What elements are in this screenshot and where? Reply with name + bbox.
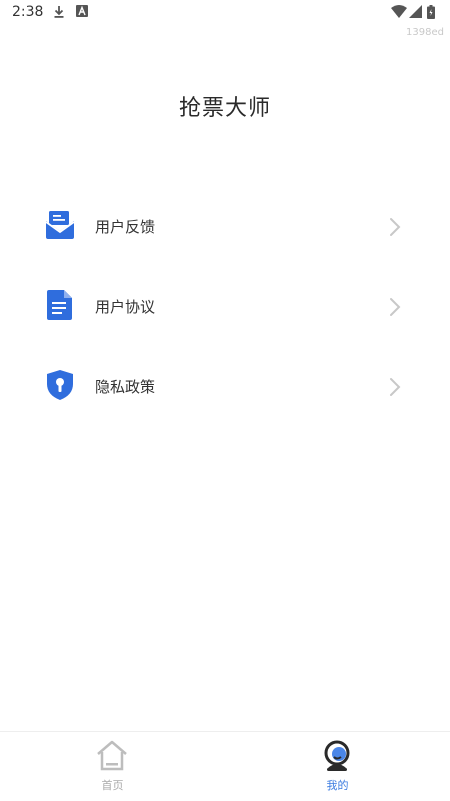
chevron-right-icon [390, 218, 401, 236]
download-icon [54, 6, 64, 18]
tab-label: 首页 [101, 779, 124, 792]
bottom-tab-bar: 首页 我的 [0, 731, 450, 801]
chevron-right-icon [390, 298, 401, 316]
document-icon [47, 290, 72, 320]
menu-item-label: 用户反馈 [95, 218, 156, 236]
page-title: 抢票大师 [178, 96, 271, 121]
build-tag: 1398ed [406, 27, 444, 38]
menu-item-label: 用户协议 [95, 298, 156, 316]
menu-item-feedback[interactable]: 用户反馈 [0, 187, 450, 267]
app-notification-icon [76, 5, 88, 17]
profile-icon [324, 740, 350, 771]
home-icon [97, 740, 127, 771]
shield-icon [47, 370, 73, 400]
menu-item-privacy[interactable]: 隐私政策 [0, 347, 450, 427]
tab-mine[interactable]: 我的 [225, 732, 450, 801]
status-time: 2:38 [12, 4, 44, 20]
settings-menu: 用户反馈 用户协议 隐私政策 [0, 187, 450, 427]
menu-item-label: 隐私政策 [95, 378, 156, 396]
menu-item-agreement[interactable]: 用户协议 [0, 267, 450, 347]
battery-icon [427, 5, 435, 19]
chevron-right-icon [390, 378, 401, 396]
tab-home[interactable]: 首页 [0, 732, 225, 801]
status-bar: 2:38 [0, 0, 450, 26]
wifi-icon [391, 5, 407, 18]
mail-icon [45, 211, 75, 239]
signal-icon [409, 5, 422, 18]
tab-label: 我的 [326, 779, 349, 792]
